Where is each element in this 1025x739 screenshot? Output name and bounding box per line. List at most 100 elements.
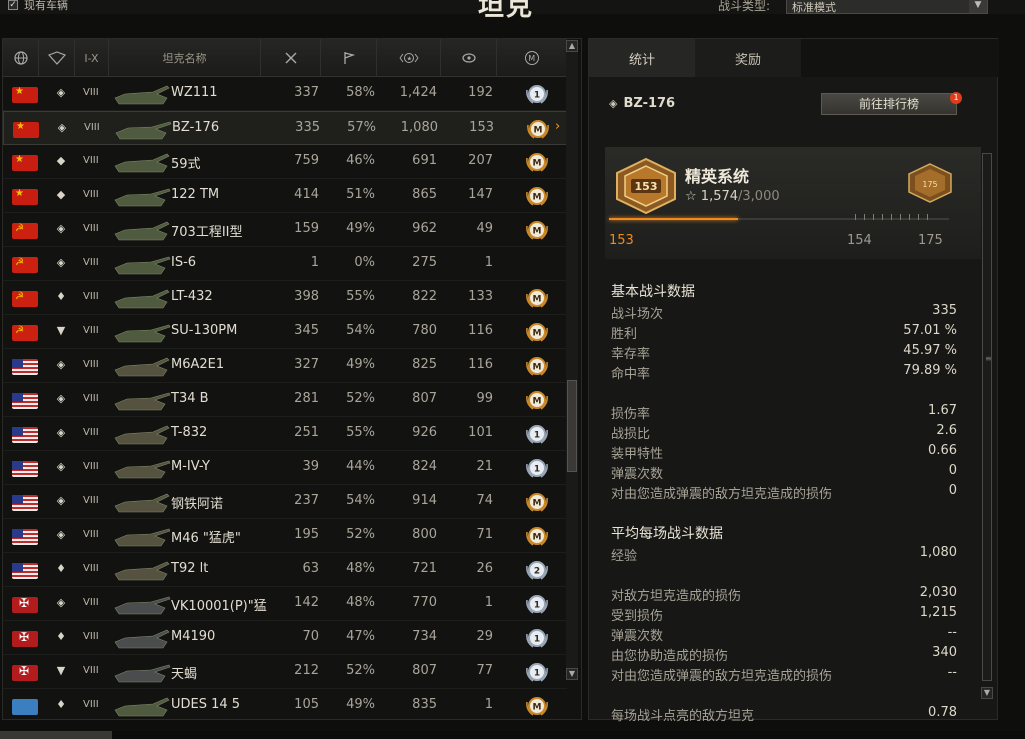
elite-next-level-medal-icon: 175 [908,163,952,203]
table-row[interactable]: ◈ VIII M-IV-Y 39 44% 824 21 1 [3,451,567,485]
sort-winrate-header[interactable] [321,39,377,77]
avg-damage: 207 [468,153,493,168]
tank-tier: VIII [83,699,99,710]
tank-thumbnail-icon [114,153,170,173]
avg-experience: 807 [412,663,437,678]
table-row[interactable]: ◈ VIII VK10001(P)"猛 142 48% 770 1 1 [3,587,567,621]
globe-icon [13,51,28,65]
tank-thumbnail-icon [114,664,171,683]
tank-name: M6A2E1 [171,357,225,372]
mastery-class-badge-icon: 1 [526,459,548,478]
mastery-class-badge-icon: 1 [526,85,548,104]
stat-value: 2.6 [936,423,957,438]
table-row[interactable]: ◈ VIII WZ111 337 58% 1,424 192 1 [3,77,567,111]
avg-damage: 1 [484,255,493,270]
avg-damage: 77 [476,663,493,678]
elite-next-level-badge: 175 [922,180,937,189]
mastery-badge-text: M [533,397,542,407]
tier-header-label: I-X [84,51,99,65]
sort-battles-header[interactable] [261,39,321,77]
table-row[interactable]: ♦ VIII LT-432 398 55% 822 133 M [3,281,567,315]
battle-type-select[interactable]: 标准模式 ▼ [786,0,988,14]
scroll-down-icon[interactable]: ▼ [981,687,993,699]
nation-flag-us-icon [12,563,38,579]
battles-count: 281 [294,391,319,406]
table-row[interactable]: ◈ VIII 钢铁阿诺 237 54% 914 74 M [3,485,567,519]
stats-tabs: 统计 奖励 [589,39,999,77]
chevron-down-icon[interactable]: ▼ [969,0,987,13]
star-icon: ☆ [685,189,701,204]
battles-count: 212 [294,663,319,678]
table-row[interactable]: ◆ VIII 122 TM 414 51% 865 147 M [3,179,567,213]
table-row[interactable]: ▼ VIII SU-130PM 345 54% 780 116 M [3,315,567,349]
avg-damage: 71 [476,527,493,542]
tank-thumbnail-icon [114,357,170,377]
page-title: 坦克 [478,0,535,22]
sort-tier-header[interactable]: I-X [75,39,109,77]
battles-count: 237 [294,493,319,508]
mastery-gold-badge-icon: M [526,357,548,376]
stat-row: 经验 1,080 [611,545,957,565]
stats-scroll-track[interactable]: ≡ [982,153,992,681]
table-row[interactable]: ♦ VIII UDES 14 5 105 49% 835 1 M [3,689,567,721]
avg-damage: 99 [476,391,493,406]
table-row[interactable]: ▼ VIII 天蝎 212 52% 807 77 1 [3,655,567,689]
nation-flag-de-icon [12,596,38,613]
avg-experience: 780 [412,323,437,338]
stat-value: 57.01 % [903,323,957,338]
go-to-ranking-button[interactable]: 前往排行榜 [821,93,957,115]
table-row[interactable]: ◈ VIII 703工程II型 159 49% 962 49 M [3,213,567,247]
mastery-gold-badge-icon: M [526,697,548,716]
win-rate: 44% [346,459,375,474]
tab-statistics[interactable]: 统计 [589,39,695,77]
win-rate: 58% [346,85,375,100]
table-scrollbar[interactable]: ▲ ▼ [566,40,578,680]
medium-tank-type-icon: ◆ [56,154,66,167]
table-row[interactable]: ◈ VIII M46 "猛虎" 195 52% 800 71 M [3,519,567,553]
sort-mastery-header[interactable]: M [497,39,567,77]
win-rate: 55% [346,289,375,304]
td-tank-type-icon: ▼ [56,664,66,677]
bottom-left-strip [0,731,112,739]
sort-name-header[interactable]: 坦克名称 [109,39,261,77]
table-row[interactable]: ◈ VIII BZ-176 335 57% 1,080 153 M › [3,111,567,145]
table-row[interactable]: ◈ VIII M6A2E1 327 49% 825 116 M [3,349,567,383]
mastery-gold-badge-icon: M [526,493,548,512]
table-row[interactable]: ♦ VIII M4190 70 47% 734 29 1 [3,621,567,655]
win-rate: 54% [346,493,375,508]
avg-damage: 133 [468,289,493,304]
mastery-gold-badge-icon: M [526,289,548,308]
sort-type-header[interactable] [39,39,75,77]
mastery-badge-text: 1 [534,465,540,475]
tab-rewards[interactable]: 奖励 [695,39,801,77]
nation-flag-us-icon [12,461,38,477]
sort-damage-header[interactable] [441,39,497,77]
table-row[interactable]: ◈ VIII T34 B 281 52% 807 99 M [3,383,567,417]
table-row[interactable]: ◆ VIII 59式 759 46% 691 207 M [3,145,567,179]
nation-flag-us-icon [12,393,38,409]
scrollbar-thumb[interactable] [567,380,577,472]
mastery-badge-text: M [533,499,542,509]
mastery-badge-text: 1 [534,601,540,611]
tank-name: 59式 [171,157,201,172]
scroll-down-icon[interactable]: ▼ [566,668,578,680]
table-row[interactable]: ♦ VIII T92 lt 63 48% 721 26 2 [3,553,567,587]
sort-xp-header[interactable]: ★ [377,39,441,77]
nation-flag-us-icon [12,427,38,443]
stat-label: 弹震次数 [611,467,664,482]
scroll-up-icon[interactable]: ▲ [566,40,578,52]
mastery-badge-text: M [533,329,542,339]
selected-tank-name: BZ-176 [623,96,676,111]
sort-nation-header[interactable] [3,39,39,77]
tank-tier: VIII [83,665,99,676]
nation-flag-cn-icon [12,154,38,171]
stat-value: 1.67 [928,403,957,418]
owned-vehicles-checkbox[interactable]: ✓ [8,0,18,10]
tank-tier: VIII [83,495,99,506]
table-row[interactable]: ◈ VIII T-832 251 55% 926 101 1 [3,417,567,451]
win-rate: 48% [346,595,375,610]
heavy-tank-type-icon: ◈ [57,121,67,134]
stats-scrollbar[interactable]: ≡ ▼ [981,149,993,707]
table-row[interactable]: ◈ VIII IS-6 1 0% 275 1 [3,247,567,281]
avg-experience: 914 [412,493,437,508]
